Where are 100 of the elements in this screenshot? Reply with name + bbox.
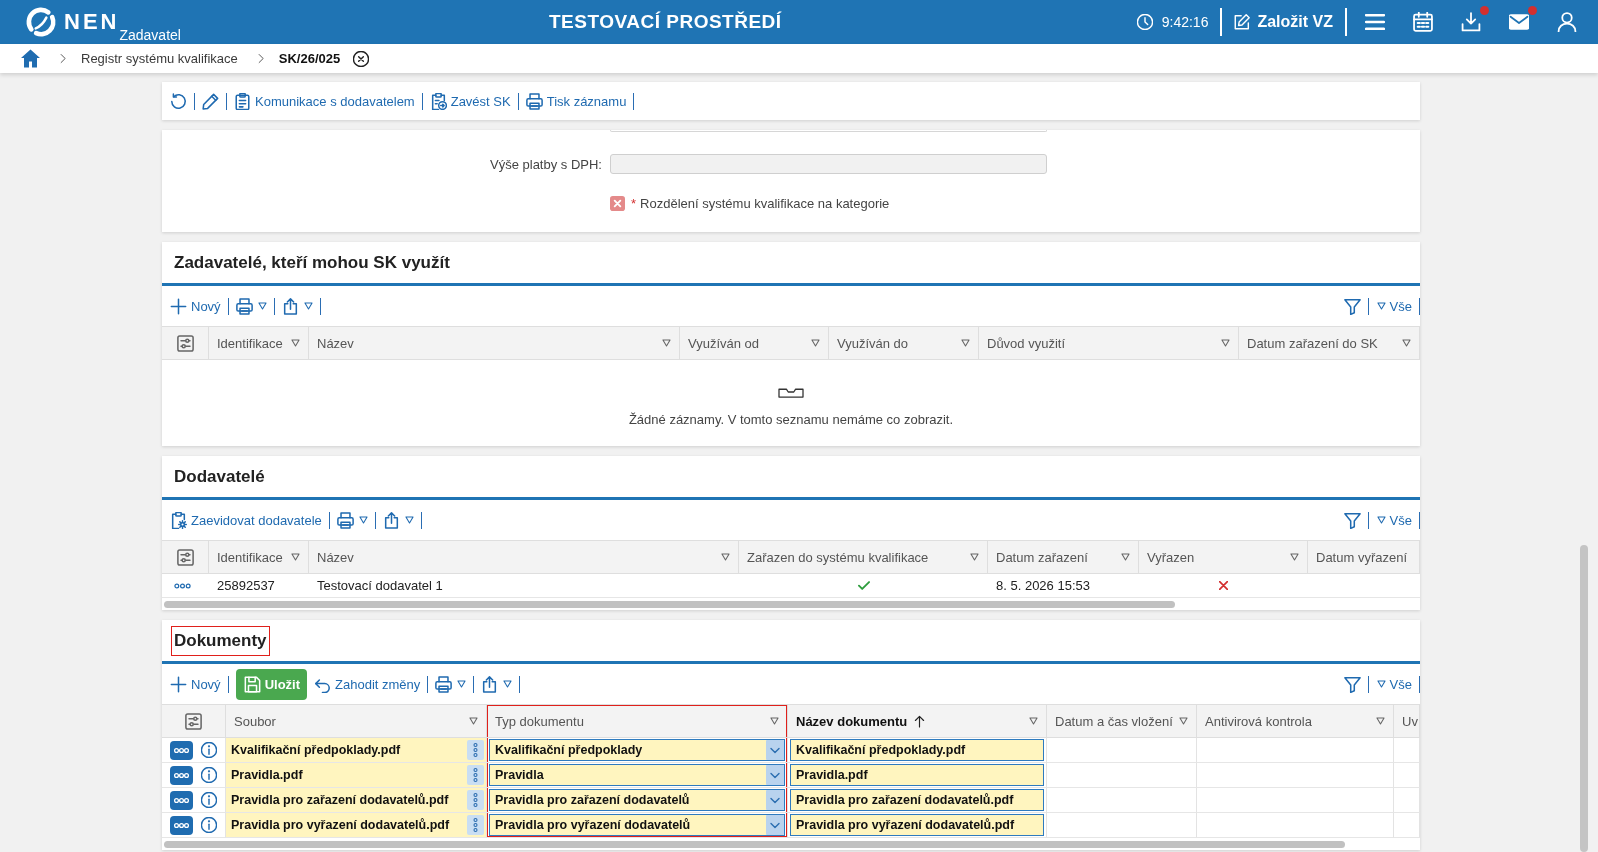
filter-icon[interactable] — [1343, 297, 1361, 315]
filter-caret-icon[interactable] — [469, 717, 478, 725]
column-header[interactable]: Důvod využití — [979, 327, 1239, 360]
menu-icon[interactable] — [1365, 12, 1385, 32]
filter-caret-icon[interactable] — [291, 339, 300, 347]
filter-caret-icon[interactable] — [770, 717, 779, 725]
export-button[interactable] — [481, 675, 513, 693]
more-icon[interactable] — [170, 765, 193, 785]
info-icon[interactable] — [201, 817, 217, 833]
column-header[interactable]: Název dokumentu — [788, 705, 1047, 738]
filter-caret-icon[interactable] — [721, 553, 730, 561]
more-icon[interactable] — [174, 582, 191, 589]
print-button[interactable]: Tisk záznamu — [525, 92, 627, 110]
column-header[interactable]: Datum zařazení — [988, 541, 1139, 574]
more-icon[interactable] — [170, 790, 193, 810]
file-field[interactable]: Pravidla pro vyřazení dodavatelů.pdf — [226, 813, 486, 837]
vertical-scrollbar[interactable] — [1580, 545, 1588, 852]
info-icon[interactable] — [201, 792, 217, 808]
discard-button[interactable]: Zahodit změny — [314, 675, 421, 693]
filter-preset-button[interactable]: Vše — [1375, 298, 1412, 314]
column-settings-icon[interactable] — [176, 334, 194, 352]
column-header[interactable]: Identifikace — [209, 327, 309, 360]
column-header[interactable]: Název — [309, 327, 680, 360]
horizontal-scrollbar[interactable] — [164, 840, 1345, 848]
filter-caret-icon[interactable] — [1290, 553, 1299, 561]
vertical-dots-icon[interactable] — [467, 790, 484, 810]
refresh-icon[interactable] — [170, 92, 187, 110]
file-field[interactable]: Pravidla pro zařazení dodavatelů.pdf — [226, 788, 486, 812]
more-icon[interactable] — [170, 740, 193, 760]
filter-caret-icon[interactable] — [1221, 339, 1230, 347]
filter-caret-icon[interactable] — [1121, 553, 1130, 561]
document-type-select[interactable]: Pravidla pro vyřazení dodavatelů — [489, 814, 785, 836]
column-header[interactable]: Zařazen do systému kvalifikace — [739, 541, 988, 574]
mail-icon[interactable] — [1509, 12, 1529, 32]
filter-caret-icon[interactable] — [662, 339, 671, 347]
more-icon[interactable] — [170, 815, 193, 835]
filter-caret-icon[interactable] — [970, 553, 979, 561]
column-header[interactable]: Typ dokumentu — [487, 705, 788, 738]
dropdown-icon[interactable] — [766, 765, 784, 785]
column-header[interactable]: Datum a čas vložení — [1047, 705, 1197, 738]
column-header[interactable]: Využíván od — [680, 327, 829, 360]
pencil-icon[interactable] — [202, 92, 219, 110]
column-header[interactable]: Identifikace — [209, 541, 309, 574]
dropdown-icon[interactable] — [766, 740, 784, 760]
new-button[interactable]: Nový — [170, 297, 221, 315]
vertical-dots-icon[interactable] — [467, 765, 484, 785]
vertical-dots-icon[interactable] — [467, 815, 484, 835]
column-header[interactable]: Datum vyřazení — [1308, 541, 1420, 574]
breadcrumb-link[interactable]: SK/26/025 — [278, 51, 341, 66]
vertical-dots-icon[interactable] — [467, 740, 484, 760]
column-settings-icon[interactable] — [185, 712, 202, 730]
column-header[interactable]: Datum zařazení do SK — [1239, 327, 1420, 360]
export-button[interactable] — [281, 297, 313, 315]
filter-preset-button[interactable]: Vše — [1375, 512, 1412, 528]
horizontal-scrollbar[interactable] — [164, 600, 1175, 608]
calendar-icon[interactable] — [1413, 12, 1433, 32]
filter-icon[interactable] — [1343, 511, 1361, 529]
document-name-field[interactable]: Pravidla pro zařazení dodavatelů.pdf — [790, 789, 1044, 811]
communication-button[interactable]: Komunikace s dodavatelem — [234, 92, 415, 110]
user-icon[interactable] — [1557, 12, 1577, 32]
print-button[interactable] — [235, 297, 267, 315]
document-type-select[interactable]: Pravidla — [489, 764, 785, 786]
create-button[interactable]: Založit VZ — [1234, 13, 1333, 31]
new-button[interactable]: Nový — [170, 675, 221, 693]
dropdown-icon[interactable] — [766, 815, 784, 835]
print-button[interactable] — [435, 675, 467, 693]
filter-caret-icon[interactable] — [1376, 717, 1385, 725]
home-icon[interactable] — [21, 49, 40, 68]
info-icon[interactable] — [201, 767, 217, 783]
filter-caret-icon[interactable] — [291, 553, 300, 561]
filter-caret-icon[interactable] — [1402, 339, 1411, 347]
column-header[interactable]: Antivirová kontrola — [1197, 705, 1394, 738]
info-icon[interactable] — [201, 742, 217, 758]
filter-caret-icon[interactable] — [1029, 717, 1038, 725]
column-settings-icon[interactable] — [176, 548, 194, 566]
file-field[interactable]: Pravidla.pdf — [226, 763, 486, 787]
document-name-field[interactable]: Kvalifikační předpoklady.pdf — [790, 739, 1044, 761]
document-name-field[interactable]: Pravidla pro vyřazení dodavatelů.pdf — [790, 814, 1044, 836]
checkbox[interactable] — [610, 196, 625, 211]
establish-button[interactable]: Zavést SK — [429, 92, 511, 110]
filter-icon[interactable] — [1343, 675, 1361, 693]
column-header[interactable]: Název — [309, 541, 739, 574]
column-header[interactable]: Využíván do — [829, 327, 979, 360]
download-icon[interactable] — [1461, 12, 1481, 32]
document-name-field[interactable]: Pravidla.pdf — [790, 764, 1044, 786]
register-supplier-button[interactable]: Zaevidovat dodavatele — [170, 511, 322, 529]
close-icon[interactable] — [353, 50, 370, 67]
filter-preset-button[interactable]: Vše — [1375, 676, 1412, 692]
document-type-select[interactable]: Kvalifikační předpoklady — [489, 739, 785, 761]
column-header[interactable]: Uv — [1394, 705, 1420, 738]
export-button[interactable] — [382, 511, 414, 529]
column-header[interactable]: Soubor — [226, 705, 487, 738]
filter-caret-icon[interactable] — [1179, 717, 1188, 725]
document-type-select[interactable]: Pravidla pro zařazení dodavatelů — [489, 789, 785, 811]
file-field[interactable]: Kvalifikační předpoklady.pdf — [226, 738, 486, 762]
breadcrumb-link[interactable]: Registr systému kvalifikace — [81, 51, 238, 66]
column-header[interactable]: Vyřazen — [1139, 541, 1308, 574]
filter-caret-icon[interactable] — [961, 339, 970, 347]
dropdown-icon[interactable] — [766, 790, 784, 810]
filter-caret-icon[interactable] — [811, 339, 820, 347]
